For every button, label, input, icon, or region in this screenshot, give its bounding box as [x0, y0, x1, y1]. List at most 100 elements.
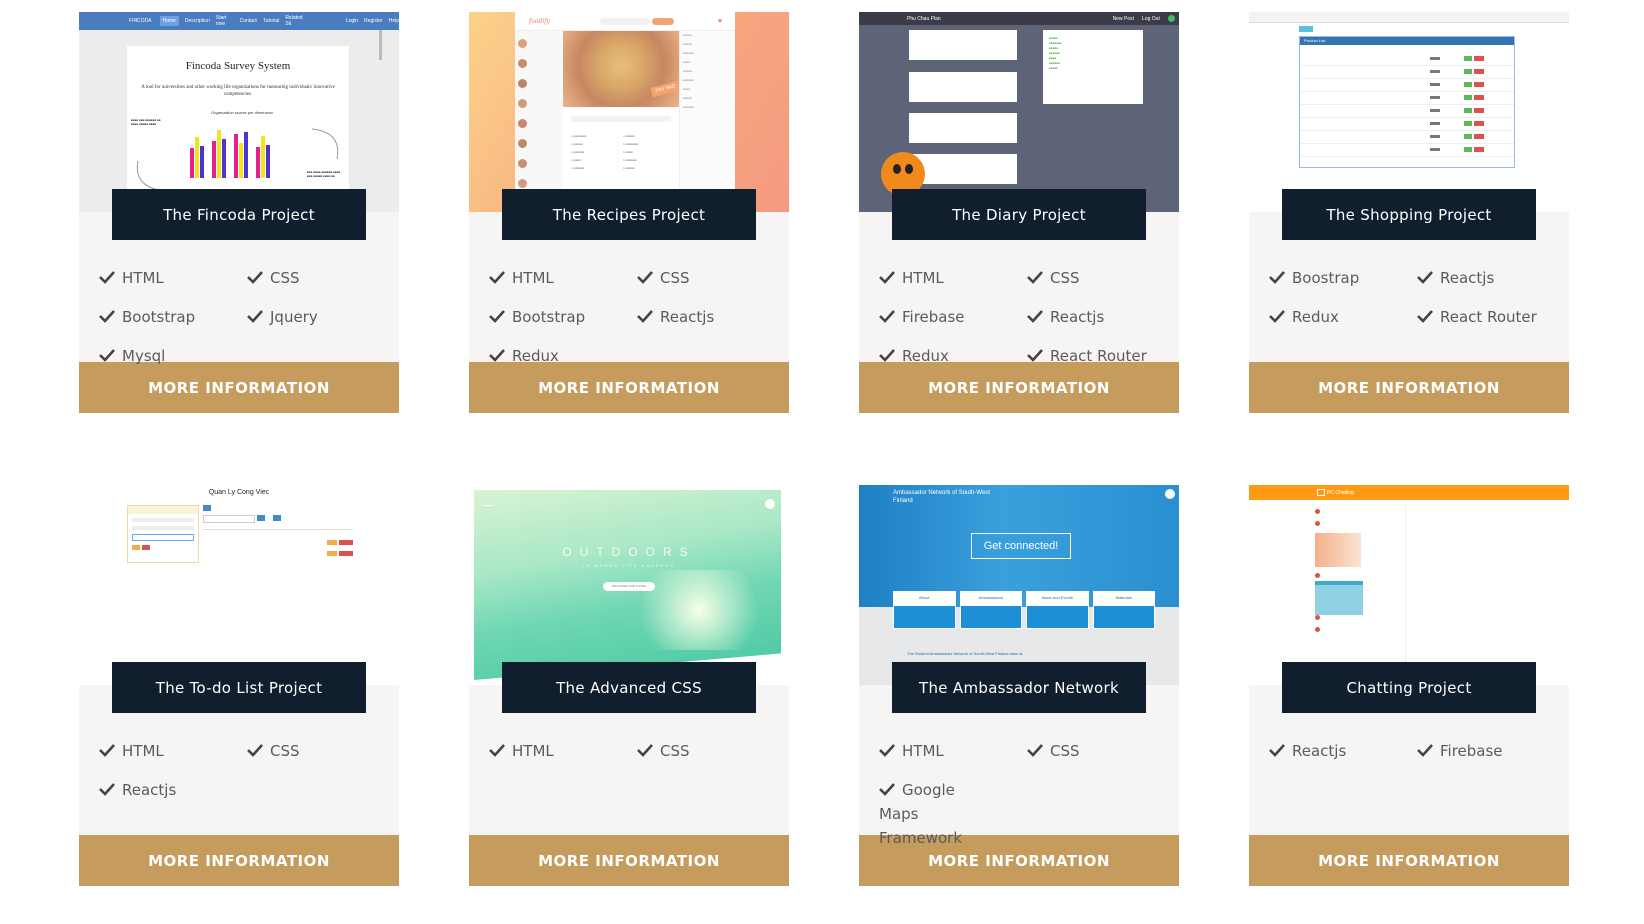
thumb-tabs: About Ambassadors News And Events Materi…: [893, 591, 1155, 629]
thumb-header-link: Log Out: [1142, 15, 1160, 22]
thumb-header: PC Chatting: [1249, 485, 1569, 500]
tech-label: CSS: [270, 742, 300, 760]
thumb-header-link: New Post: [1112, 15, 1135, 22]
project-thumbnail[interactable]: Phu Chau Plan New Post Log Out ■■■■■ ■■■■…: [859, 12, 1179, 212]
thumb-navbar: FINCODA Home Description Start now Conta…: [79, 12, 399, 30]
thumb-brand: foodify: [529, 17, 550, 25]
thumb-tab: Materials: [1092, 591, 1155, 605]
project-thumbnail[interactable]: OUTDOORS IS WHERE LIFE HAPPENS DISCOVER …: [469, 485, 789, 685]
thumb-chart-bar: [200, 146, 204, 178]
tech-label: Reactjs: [122, 781, 177, 799]
project-thumbnail[interactable]: Ambassador Network of South-West Finland…: [859, 485, 1179, 685]
check-icon: [1027, 310, 1043, 323]
thumb-brand: Ambassador Network of South-West Finland: [893, 490, 990, 504]
check-icon: [1027, 744, 1043, 757]
thumb-panel-title: Product List: [1300, 37, 1514, 45]
check-icon: [1269, 310, 1285, 323]
tech-item: CSS: [1027, 266, 1175, 288]
tech-list: Boostrap Reactjs Redux React Router: [1269, 266, 1564, 327]
thumb-table-row: [1300, 105, 1514, 118]
thumb-nav-item: Tutorial: [262, 18, 280, 24]
project-card-chatting: PC Chatting Chatting Project Reactjs Fir…: [1249, 485, 1569, 886]
tech-label: Jquery: [270, 308, 318, 326]
check-icon: [1417, 744, 1433, 757]
more-information-button[interactable]: MORE INFORMATION: [1249, 362, 1569, 413]
project-thumbnail[interactable]: PC Chatting: [1249, 485, 1569, 685]
project-card-fincoda: FINCODA Home Description Start now Conta…: [79, 12, 399, 413]
tech-item: Jquery: [247, 305, 395, 327]
project-card-recipes: foodify ♥ TRY PAD ● ■■■■■■■ ● ■■■■■ ● ■■■■…: [469, 12, 789, 413]
thumb-table-row: [1300, 118, 1514, 131]
tech-label: CSS: [660, 742, 690, 760]
tech-label: Firebase: [902, 308, 965, 326]
thumb-nav-item: Contact: [239, 18, 257, 24]
project-thumbnail[interactable]: Product List: [1249, 12, 1569, 212]
tech-item: Bootstrap: [489, 305, 637, 327]
check-icon: [637, 744, 653, 757]
thumb-table-row: [1300, 92, 1514, 105]
tech-item: HTML: [99, 266, 247, 288]
thumb-tab: Ambassadors: [959, 591, 1022, 605]
more-information-button[interactable]: MORE INFORMATION: [1249, 835, 1569, 886]
thumb-form-panel: [127, 505, 199, 563]
thumb-chart-bar: [195, 137, 199, 178]
more-information-button[interactable]: MORE INFORMATION: [469, 362, 789, 413]
thumb-content-panel: Fincoda Survey System A tool for univers…: [127, 46, 349, 212]
tech-item: Reactjs: [1027, 305, 1175, 327]
tech-list: HTML CSS Bootstrap Jquery Mysql: [99, 266, 394, 366]
tech-list: HTML CSS: [489, 739, 784, 761]
thumb-hero-cta: DISCOVER OUR TOURS: [603, 582, 655, 591]
tech-item: HTML: [489, 739, 637, 761]
tech-label: HTML: [512, 269, 554, 287]
more-information-button[interactable]: MORE INFORMATION: [469, 835, 789, 886]
project-thumbnail[interactable]: FINCODA Home Description Start now Conta…: [79, 12, 399, 212]
thumb-nav-item: Register: [364, 18, 383, 24]
check-icon: [879, 271, 895, 284]
thumb-chart-title: Organization scores per dimension: [211, 110, 273, 115]
tech-label: Reactjs: [1292, 742, 1347, 760]
thumb-task-table: [203, 505, 353, 565]
check-icon: [1269, 744, 1285, 757]
thumb-note: [909, 30, 1017, 60]
tech-label: Redux: [902, 347, 949, 365]
check-icon: [1027, 271, 1043, 284]
thumb-table-row: [1300, 53, 1514, 66]
thumb-nav-item: Description: [184, 18, 210, 24]
tech-item: Bootstrap: [99, 305, 247, 327]
check-icon: [1269, 271, 1285, 284]
heart-icon: ♥: [717, 17, 722, 25]
more-information-button[interactable]: MORE INFORMATION: [859, 362, 1179, 413]
tech-label: React Router: [1440, 308, 1537, 326]
tech-item: CSS: [1027, 739, 1175, 761]
thumb-menu-icon: [765, 499, 775, 509]
check-icon: [99, 744, 115, 757]
project-thumbnail[interactable]: Quan Ly Cong Viec: [79, 485, 399, 685]
check-icon: [879, 744, 895, 757]
tech-item: CSS: [247, 739, 395, 761]
thumb-app-window: foodify ♥ TRY PAD ● ■■■■■■■ ● ■■■■■ ● ■■■■…: [515, 12, 735, 212]
thumb-note: [909, 72, 1017, 102]
tech-item: CSS: [637, 266, 785, 288]
check-icon: [489, 349, 505, 362]
more-information-button[interactable]: MORE INFORMATION: [79, 835, 399, 886]
tech-item: HTML: [99, 739, 247, 761]
more-information-button[interactable]: MORE INFORMATION: [79, 362, 399, 413]
thumb-chart-bar: [239, 143, 243, 178]
check-icon: [1417, 271, 1433, 284]
project-title: The Shopping Project: [1282, 189, 1536, 240]
project-title: The Ambassador Network: [892, 662, 1146, 713]
tech-label: Reactjs: [1050, 308, 1105, 326]
check-icon: [99, 310, 115, 323]
thumb-note: [909, 154, 1017, 184]
tech-list: Reactjs Firebase: [1269, 739, 1564, 761]
project-thumbnail[interactable]: foodify ♥ TRY PAD ● ■■■■■■■ ● ■■■■■ ● ■■■■…: [469, 12, 789, 212]
check-icon: [1417, 310, 1433, 323]
tech-item: Boostrap: [1269, 266, 1417, 288]
tech-label: CSS: [1050, 742, 1080, 760]
thumb-note: [909, 113, 1017, 143]
check-icon: [637, 271, 653, 284]
tech-label: HTML: [122, 269, 164, 287]
check-icon: [99, 783, 115, 796]
thumb-nav-item: Home: [159, 16, 179, 26]
check-icon: [637, 310, 653, 323]
